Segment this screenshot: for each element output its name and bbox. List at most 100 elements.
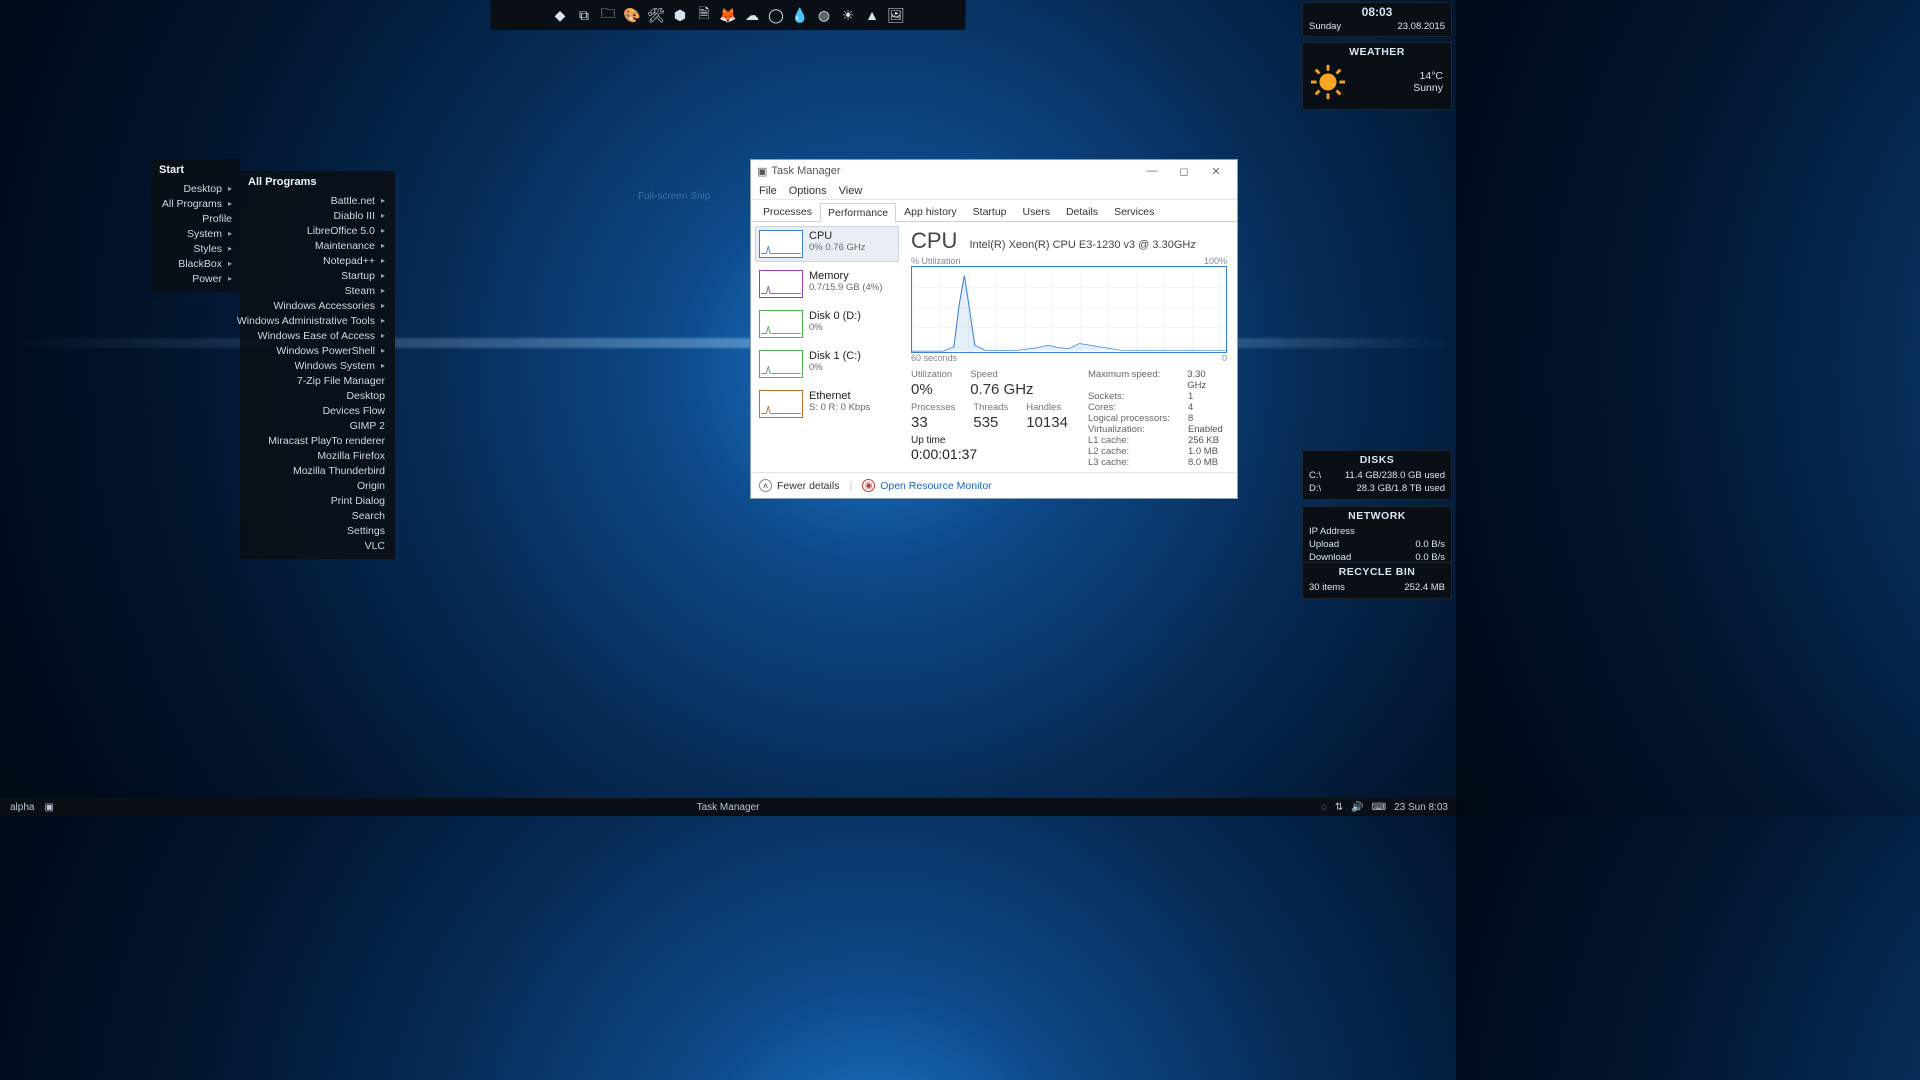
menu-item-label: Windows Accessories [273,300,375,312]
menu-item[interactable]: BlackBox▸ [151,256,240,271]
menu-item[interactable]: LibreOffice 5.0 ▸ [240,223,395,238]
menu-item[interactable]: Diablo III▸ [240,208,395,223]
steam-icon[interactable]: ◍ [815,6,833,24]
menu-item[interactable]: Print Dialog [240,493,395,508]
recycle-title: RECYCLE BIN [1309,563,1445,581]
tray-network-icon[interactable]: ⇅ [1335,802,1343,813]
tray-volume-icon[interactable]: 🔊 [1351,802,1363,813]
close-button[interactable]: ✕ [1201,162,1231,180]
note-icon[interactable]: 🗎 [695,6,713,24]
firefox-icon[interactable]: 🦊 [719,6,737,24]
menu-item[interactable]: Startup▸ [240,268,395,283]
perf-card-cpu[interactable]: CPU0% 0.76 GHz [755,226,899,262]
tab-processes[interactable]: Processes [755,202,820,221]
perf-card-mem[interactable]: Memory0.7/15.9 GB (4%) [755,266,899,302]
menu-item[interactable]: Settings [240,523,395,538]
widget-line: Upload0.0 B/s [1309,538,1445,551]
task-manager-window: ▣ Task Manager ― ◻ ✕ File Options View Pro… [750,159,1238,499]
start-menu-title: Start [151,159,240,181]
app-icon[interactable]: ◆ [551,6,569,24]
menu-item[interactable]: Origin [240,478,395,493]
menu-item[interactable]: Styles▸ [151,241,240,256]
menu-item[interactable]: Maintenance▸ [240,238,395,253]
menu-item[interactable]: Search [240,508,395,523]
menu-item[interactable]: Notepad++▸ [240,253,395,268]
menu-item[interactable]: Windows PowerShell▸ [240,343,395,358]
tab-app-history[interactable]: App history [896,202,965,221]
menu-item[interactable]: Miracast PlayTo renderer [240,433,395,448]
tab-details[interactable]: Details [1058,202,1106,221]
menu-item[interactable]: Desktop [240,388,395,403]
proc-label: Processes [911,402,955,413]
menu-item[interactable]: 7-Zip File Manager [240,373,395,388]
tray-clock[interactable]: 23 Sun 8:03 [1394,802,1448,813]
submenu-arrow-icon: ▸ [381,226,385,235]
photo-icon[interactable]: 🖼 [887,6,905,24]
menu-item-label: Search [352,510,385,522]
menu-item[interactable]: Profile [151,211,240,226]
maximize-button[interactable]: ◻ [1169,162,1199,180]
menu-item[interactable]: System▸ [151,226,240,241]
tools-icon[interactable]: 🛠 [647,6,665,24]
tray-lang-icon[interactable]: ⌨ [1372,802,1386,813]
titlebar[interactable]: ▣ Task Manager ― ◻ ✕ [751,160,1237,182]
tray-drop-icon[interactable]: ◌ [1321,802,1327,813]
menu-item[interactable]: VLC [240,538,395,553]
perf-main: CPU Intel(R) Xeon(R) CPU E3-1230 v3 @ 3.… [903,222,1237,472]
uptime-label: Up time [911,435,1068,446]
menu-item-label: Settings [347,525,385,537]
widget-line: 30 items252.4 MB [1309,581,1445,594]
card-name: Ethernet [809,390,870,402]
axis-top-left: % Utilization [911,256,961,266]
menu-item[interactable]: Windows Administrative Tools▸ [240,313,395,328]
menu-item[interactable]: All Programs▸ [151,196,240,211]
files-icon[interactable]: 🗀 [599,6,617,24]
minimize-button[interactable]: ― [1137,162,1167,180]
perf-card-eth[interactable]: EthernetS: 0 R: 0 Kbps [755,386,899,422]
tab-users[interactable]: Users [1015,202,1058,221]
dev-icon[interactable]: ⬢ [671,6,689,24]
fewer-details-button[interactable]: ˄ Fewer details [759,479,839,492]
perf-sidebar: CPU0% 0.76 GHz Memory0.7/15.9 GB (4%) Disk… [751,222,903,472]
cloud-icon[interactable]: ☁ [743,6,761,24]
menu-item-label: Steam [345,285,375,297]
menu-item[interactable]: Mozilla Firefox [240,448,395,463]
menu-item[interactable]: Windows System▸ [240,358,395,373]
menu-item[interactable]: Windows Ease of Access▸ [240,328,395,343]
menu-item-label: LibreOffice 5.0 [307,225,375,237]
sky-icon[interactable]: ☀ [839,6,857,24]
hnd-label: Handles [1026,402,1068,413]
donut-icon[interactable]: ◯ [767,6,785,24]
orm-label: Open Resource Monitor [880,480,991,492]
menu-item[interactable]: Mozilla Thunderbird [240,463,395,478]
clock-time: 08:03 [1309,5,1445,19]
menu-item[interactable]: Windows Accessories▸ [240,298,395,313]
vlc-icon[interactable]: ▲ [863,6,881,24]
tray-app-icon[interactable]: ▣ [44,802,53,813]
util-label: Utilization [911,369,952,380]
menu-file[interactable]: File [759,185,777,197]
menu-item[interactable]: Battle.net▸ [240,193,395,208]
perf-card-dsk[interactable]: Disk 0 (D:)0% [755,306,899,342]
taskbar-active-window[interactable]: Task Manager [697,802,760,813]
menu-item[interactable]: Devices Flow [240,403,395,418]
menu-options[interactable]: Options [789,185,827,197]
drop-icon[interactable]: 💧 [791,6,809,24]
menu-item[interactable]: Desktop▸ [151,181,240,196]
sun-icon [1309,63,1347,101]
taskbar: alpha ▣ Task Manager ◌ ⇅ 🔊 ⌨ 23 Sun 8:03 [0,798,1456,816]
paint-icon[interactable]: 🎨 [623,6,641,24]
menu-item[interactable]: GIMP 2 [240,418,395,433]
open-resource-monitor-link[interactable]: ◉ Open Resource Monitor [862,479,991,492]
clock-widget: 08:03 Sunday 23.08.2015 [1302,2,1452,37]
terminal-icon[interactable]: ⧉ [575,6,593,24]
perf-card-dsk[interactable]: Disk 1 (C:)0% [755,346,899,382]
hostname[interactable]: alpha [10,802,34,813]
network-widget: NETWORK IP AddressUpload0.0 B/sDownload0… [1302,506,1452,569]
menu-item[interactable]: Power▸ [151,271,240,286]
menu-item[interactable]: Steam▸ [240,283,395,298]
tab-startup[interactable]: Startup [965,202,1015,221]
tab-performance[interactable]: Performance [820,203,896,222]
menu-view[interactable]: View [839,185,863,197]
tab-services[interactable]: Services [1106,202,1162,221]
